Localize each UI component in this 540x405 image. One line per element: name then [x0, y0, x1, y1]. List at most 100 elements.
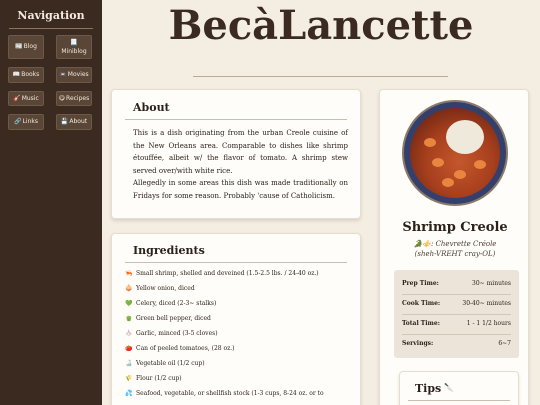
- dish-shrimp: [442, 178, 454, 187]
- ingredients-card: Ingredients 🦐 Small shrimp, shelled and d…: [111, 233, 361, 405]
- about-divider: [125, 119, 347, 120]
- ingredients-divider: [125, 262, 347, 263]
- stat-label: Servings:: [402, 340, 434, 347]
- garlic-icon: 🧄: [125, 330, 133, 337]
- recipe-subtitle: 🐊⚜️: Chevrette Créole (sheh-VREHT cray-O…: [380, 239, 530, 259]
- nav-button-miniblog[interactable]: 📃 Miniblog: [56, 35, 92, 59]
- tips-title: Tips 🔪: [415, 382, 454, 395]
- floppy-disk-icon: 💾: [60, 118, 69, 125]
- dish-photo: [402, 100, 508, 206]
- dish-shrimp: [432, 158, 444, 167]
- tomato-icon: 🍅: [125, 345, 133, 352]
- stat-value: 30~ minutes: [472, 280, 511, 287]
- list-item: 🧄 Garlic, minced (3-5 cloves): [125, 330, 350, 345]
- link-icon: 🔗: [14, 118, 22, 125]
- ingredients-list: 🦐 Small shrimp, shelled and deveined (1.5…: [125, 270, 350, 405]
- about-card: About This is a dish originating from th…: [111, 89, 361, 219]
- nav-button-blog[interactable]: 📰 Blog: [8, 35, 44, 59]
- stat-label: Cook Time:: [402, 300, 441, 307]
- stat-label: Total Time:: [402, 320, 440, 327]
- stat-divider: [402, 294, 511, 295]
- recipe-title: Shrimp Creole: [402, 220, 508, 235]
- shrimp-icon: 🦐: [125, 270, 133, 277]
- nav-button-about[interactable]: 💾 About: [56, 114, 92, 130]
- nav-button-links[interactable]: 🔗 Links: [8, 114, 44, 130]
- nav-label-recipes: Recipes: [66, 94, 90, 102]
- nav-label-about: About: [69, 118, 88, 125]
- ingredient-text: Can of peeled tomatoes, (28 oz.): [136, 345, 235, 352]
- nav-label-books: Books: [21, 71, 40, 78]
- tips-divider: [408, 400, 510, 401]
- stat-row-prep: Prep Time: 30~ minutes: [402, 280, 511, 290]
- stat-value: 1 - 1 1/2 hours: [466, 320, 511, 327]
- list-item: 💚 Celery, diced (2-3~ stalks): [125, 300, 350, 315]
- nav-label-miniblog: Miniblog: [61, 47, 87, 55]
- recipe-pronunciation: (sheh-VREHT cray-OL): [414, 250, 496, 258]
- green-heart-icon: 💚: [125, 300, 133, 307]
- ingredient-text: Garlic, minced (3-5 cloves): [136, 330, 218, 337]
- stat-row-cook: Cook Time: 30-40~ minutes: [402, 300, 511, 310]
- stat-divider: [402, 334, 511, 335]
- stat-label: Prep Time:: [402, 280, 439, 287]
- dish-shrimp: [454, 170, 466, 179]
- nav-label-music: Music: [21, 94, 39, 102]
- stat-row-servings: Servings: 6~7: [402, 340, 511, 350]
- yum-face-icon: 😋: [58, 94, 66, 102]
- water-drops-icon: 💦: [125, 390, 133, 397]
- onion-icon: 🧅: [125, 285, 133, 292]
- nav-title: Navigation: [17, 9, 85, 22]
- site-logo[interactable]: BecàLancette: [102, 6, 540, 46]
- guitar-icon: 🎸: [13, 94, 21, 102]
- ingredient-text: Celery, diced (2-3~ stalks): [136, 300, 217, 307]
- ingredient-text: Small shrimp, shelled and deveined (1.5-…: [136, 270, 319, 277]
- list-item: 🍅 Can of peeled tomatoes, (28 oz.): [125, 345, 350, 360]
- tips-title-text: Tips: [415, 382, 442, 395]
- tips-card: Tips 🔪: [399, 371, 519, 405]
- dish-rice: [446, 120, 484, 154]
- ingredient-text: Vegetable oil (1/2 cup): [136, 360, 205, 367]
- recipe-stats: Prep Time: 30~ minutes Cook Time: 30-40~ m…: [394, 270, 519, 358]
- stat-divider: [402, 314, 511, 315]
- nav-button-recipes[interactable]: 😋 Recipes: [56, 90, 92, 106]
- book-icon: 📖: [12, 71, 21, 78]
- oil-bottle-icon: 🍶: [125, 360, 133, 367]
- list-item: 🦐 Small shrimp, shelled and deveined (1.5…: [125, 270, 350, 285]
- list-item: 🍶 Vegetable oil (1/2 cup): [125, 360, 350, 375]
- list-item: 🧅 Yellow onion, diced: [125, 285, 350, 300]
- nav-button-movies[interactable]: 📼 Movies: [56, 67, 92, 83]
- knife-icon: 🔪: [444, 382, 455, 392]
- recipe-info-card: Shrimp Creole 🐊⚜️: Chevrette Créole (she…: [379, 89, 529, 405]
- list-item: 🌾 Flour (1/2 cup): [125, 375, 350, 390]
- nav-divider: [9, 28, 93, 29]
- dish-shrimp: [474, 160, 486, 169]
- stat-value: 30-40~ minutes: [462, 300, 511, 307]
- ingredients-title: Ingredients: [133, 244, 205, 257]
- nav-button-music[interactable]: 🎸 Music: [8, 90, 44, 106]
- ingredient-text: Seafood, vegetable, or shellfish stock (…: [136, 390, 324, 397]
- list-item: 🫑 Green bell pepper, diced: [125, 315, 350, 330]
- ingredient-text: Green bell pepper, diced: [136, 315, 211, 322]
- recipe-native-line: 🐊⚜️: Chevrette Créole: [413, 240, 497, 248]
- wheat-icon: 🌾: [125, 375, 133, 382]
- ingredient-text: Yellow onion, diced: [136, 285, 195, 292]
- sidebar: Navigation 📰 Blog 📃 Miniblog 📖 Books 📼 Movie…: [0, 0, 102, 405]
- header-divider: [193, 76, 448, 77]
- stat-row-total: Total Time: 1 - 1 1/2 hours: [402, 320, 511, 330]
- recipe-native-name: Chevrette Créole: [435, 240, 497, 248]
- list-item: 💦 Seafood, vegetable, or shellfish stock …: [125, 390, 350, 405]
- dish-stew: [410, 108, 500, 198]
- nav-label-blog: Blog: [23, 43, 37, 51]
- nav-label-movies: Movies: [67, 71, 89, 78]
- about-title: About: [133, 101, 170, 114]
- nav-button-books[interactable]: 📖 Books: [8, 67, 44, 83]
- bell-pepper-icon: 🫑: [125, 315, 133, 322]
- alligator-fleur-de-lis-icon: 🐊⚜️: [413, 240, 431, 248]
- stat-value: 6~7: [498, 340, 511, 347]
- dish-shrimp: [424, 138, 436, 147]
- ingredient-text: Flour (1/2 cup): [136, 375, 182, 382]
- nav-label-links: Links: [22, 118, 38, 125]
- nav-grid: 📰 Blog 📃 Miniblog 📖 Books 📼 Movies 🎸 Music 😋 R…: [8, 35, 94, 130]
- about-paragraph: This is a dish originating from the urba…: [133, 129, 348, 175]
- about-text: This is a dish originating from the urba…: [133, 127, 348, 202]
- videotape-icon: 📼: [59, 71, 67, 78]
